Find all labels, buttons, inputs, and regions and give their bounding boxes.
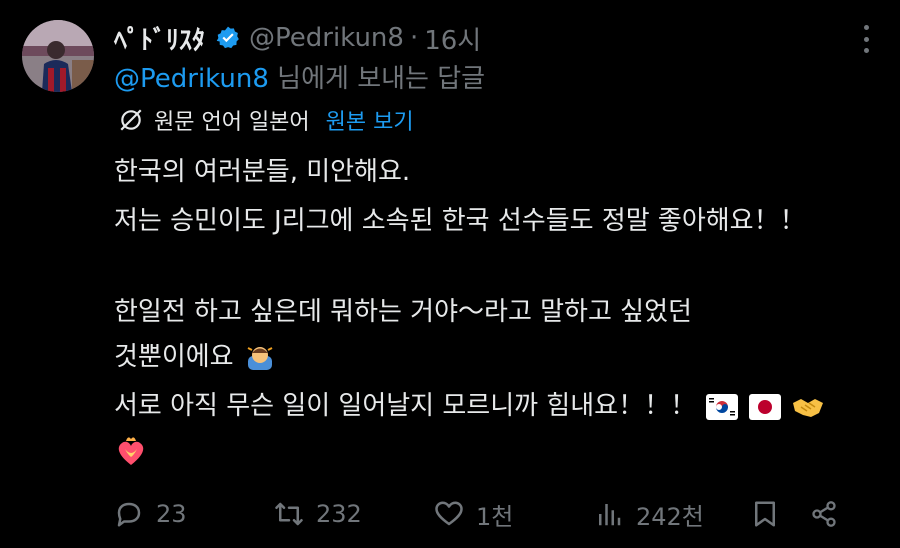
- bookmark-button[interactable]: [750, 499, 810, 529]
- bowing-person-emoji-icon: [247, 346, 273, 370]
- tweet-text-line: 한일전 하고 싶은데 뭐하는 거야～라고 말하고 싶었던: [114, 297, 692, 327]
- korea-flag-emoji-icon: [706, 393, 739, 420]
- action-bar: 23 232 1천 242천: [114, 496, 860, 532]
- separator-dot: ·: [409, 23, 419, 53]
- views-count: 242천: [636, 502, 704, 531]
- reply-suffix: 님에게 보내는 답글: [268, 64, 486, 94]
- reply-count: 23: [156, 500, 187, 528]
- handshake-emoji-icon: [792, 398, 823, 417]
- tweet-text-line: [114, 433, 148, 467]
- tweet[interactable]: ﾍﾟﾄﾞﾘｽﾀ @Pedrikun8 · 16시 @Pedrikun8 님에게 …: [0, 0, 900, 548]
- reply-button[interactable]: 23: [114, 499, 274, 529]
- translation-label: 원문 언어 일본어: [154, 110, 310, 135]
- translate-icon: [120, 109, 142, 131]
- timestamp[interactable]: 16시: [424, 20, 481, 57]
- retweet-button[interactable]: 232: [274, 499, 434, 529]
- tweet-text-line: 한국의 여러분들, 미안해요.: [114, 157, 411, 187]
- reply-icon: [117, 502, 141, 527]
- tweet-text-line: 것뿐이에요: [114, 340, 276, 374]
- author-handle[interactable]: @Pedrikun8: [249, 23, 404, 53]
- bookmark-icon: [755, 501, 775, 527]
- views-button[interactable]: 242천: [594, 497, 750, 532]
- replying-to: @Pedrikun8 님에게 보내는 답글: [114, 58, 485, 95]
- tweet-text-segment: 서로 아직 무슨 일이 일어날지 모르니까 힘내요！！！: [114, 391, 697, 421]
- heart-icon: [435, 501, 463, 526]
- tweet-text-segment: 것뿐이에요: [114, 342, 234, 372]
- like-count: 1천: [476, 502, 514, 531]
- like-button[interactable]: 1천: [434, 497, 594, 532]
- views-icon: [599, 504, 621, 526]
- author-name[interactable]: ﾍﾟﾄﾞﾘｽﾀ: [114, 20, 205, 57]
- translation-bar: 원문 언어 일본어 원본 보기: [118, 104, 414, 136]
- reply-mention-link[interactable]: @Pedrikun8: [114, 64, 269, 94]
- tweet-text-line: 저는 승민이도 J리그에 소속된 한국 선수들도 정말 좋아해요！！: [114, 206, 806, 236]
- verified-badge-icon: [216, 26, 239, 49]
- more-dots-icon[interactable]: [860, 25, 872, 53]
- show-original-link[interactable]: 원본 보기: [326, 104, 414, 136]
- avatar[interactable]: [22, 20, 94, 92]
- retweet-count: 232: [316, 500, 362, 528]
- tweet-text-line: 서로 아직 무슨 일이 일어날지 모르니까 힘내요！！！: [114, 389, 825, 423]
- japan-flag-emoji-icon: [748, 393, 781, 420]
- heart-on-fire-emoji-icon: [118, 436, 144, 465]
- retweet-icon: [275, 502, 303, 526]
- tweet-header: ﾍﾟﾄﾞﾘｽﾀ @Pedrikun8 · 16시: [114, 18, 820, 58]
- share-button[interactable]: [810, 499, 850, 529]
- share-icon: [812, 501, 836, 527]
